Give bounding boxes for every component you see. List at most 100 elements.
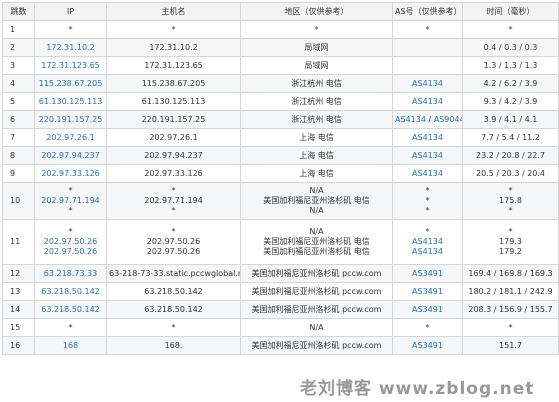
table-row: 15 * * N/A * * [2, 318, 559, 337]
as-link-part[interactable]: AS4134 [395, 115, 426, 124]
ip-link[interactable]: 202.97.71.194 [37, 196, 104, 206]
hostname-cell: 63-218-73-33.static.pccwglobal.net [106, 264, 241, 283]
region-cell: N/A 美国加利福尼亚州洛杉矶 电信 N/A [240, 182, 393, 220]
ip-cell: * 202.97.71.194 * [34, 182, 107, 220]
as-link-part[interactable]: AS9044 [434, 115, 462, 124]
time-value: * [508, 24, 513, 34]
time-value: 180.2 / 181.1 / 242.9 [468, 286, 553, 296]
time-cell: 3.9 / 4.1 / 4.1 [462, 110, 559, 129]
as-link[interactable]: AS3491 [395, 341, 460, 351]
ip-link[interactable]: 63.218.73.33 [37, 269, 104, 279]
time-value: 169.4 / 169.8 / 169.3 [468, 268, 553, 278]
as-link[interactable]: AS4134 [395, 247, 460, 257]
time-cell: * 179.3 179.2 [462, 219, 559, 265]
ip-link[interactable]: 202.97.50.26 [37, 247, 104, 257]
table-row: 3 172.31.123.65 172.31.123.65 局域网 1.3 / 1.3 … [2, 56, 559, 75]
hostname-value: 63.218.50.142 [144, 304, 203, 314]
time-cell: 1.3 / 1.3 / 1.3 [462, 56, 559, 75]
time-cell: 208.3 / 156.9 / 155.7 [462, 300, 559, 319]
time-value: 208.3 / 156.9 / 155.7 [468, 304, 553, 314]
region-cell: * [240, 20, 393, 39]
hop-cell: 9 [2, 164, 35, 183]
ip-link[interactable]: 168 [37, 341, 104, 351]
as-link[interactable]: AS4134 [395, 79, 460, 89]
as-value: * [425, 24, 430, 34]
region-cell: 上海 电信 [240, 128, 393, 147]
as-link[interactable]: AS4134 [395, 169, 460, 179]
as-link[interactable]: AS3491 [395, 287, 460, 297]
hop-cell: 16 [2, 336, 35, 355]
ip-cell: 202.97.33.126 [34, 164, 107, 183]
region-cell: 浙江杭州 电信 [240, 74, 393, 93]
ip-link[interactable]: 220.191.157.25 [37, 115, 104, 125]
header-ip: IP [34, 2, 107, 21]
region-value: 局域网 [304, 42, 329, 52]
ip-value: * [68, 206, 73, 215]
ip-link[interactable]: 172.31.10.2 [37, 43, 104, 53]
hostname-value: 202.97.71.194 [144, 196, 203, 205]
hop-cell: 6 [2, 110, 35, 129]
as-link[interactable]: AS4134 [395, 237, 460, 247]
as-link[interactable]: AS4134 [395, 133, 460, 143]
ip-link[interactable]: 63.218.50.142 [37, 305, 104, 315]
hostname-cell: 172.31.123.65 [106, 56, 241, 75]
hostname-value: 168. [164, 340, 183, 350]
region-value: 上海 电信 [299, 132, 334, 142]
hop-cell: 4 [2, 74, 35, 93]
region-cell: 上海 电信 [240, 146, 393, 165]
time-value: 151.7 [499, 340, 522, 350]
ip-link[interactable]: 202.97.94.237 [37, 151, 104, 161]
table-row: 7 202.97.26.1 202.97.26.1 上海 电信 AS4134 7.7 / … [2, 128, 559, 147]
hostname-cell: 202.97.33.126 [106, 164, 241, 183]
ip-cell: 63.218.50.142 [34, 300, 107, 319]
as-link[interactable]: AS3491 [395, 269, 460, 279]
as-cell: AS4134 [392, 146, 463, 165]
region-value: 上海 电信 [299, 150, 334, 160]
header-hop: 跳数 [2, 2, 35, 21]
table-header-row: 跳数 IP 主机名 地区（仅供参考） AS号（仅供参考） 时间（毫秒） [2, 2, 559, 21]
region-cell: 上海 电信 [240, 164, 393, 183]
hostname-cell: 61.130.125.113 [106, 92, 241, 111]
region-cell: 美国加利福尼亚州洛杉矶 pccw.com [240, 300, 393, 319]
region-cell: 美国加利福尼亚州洛杉矶 pccw.com [240, 282, 393, 301]
as-cell [392, 56, 463, 75]
hostname-cell: 202.97.26.1 [106, 128, 241, 147]
ip-link[interactable]: 202.97.33.126 [37, 169, 104, 179]
as-link[interactable]: AS4134 [395, 151, 460, 161]
region-value: 美国加利福尼亚州洛杉矶 pccw.com [251, 340, 382, 350]
hop-cell: 15 [2, 318, 35, 337]
hostname-cell: 220.191.157.25 [106, 110, 241, 129]
hop-cell: 13 [2, 282, 35, 301]
ip-link[interactable]: 61.130.125.113 [37, 97, 104, 107]
as-link[interactable]: AS3491 [395, 305, 460, 315]
time-value: 20.5 / 20.3 / 20.4 [476, 168, 545, 178]
ip-link[interactable]: 202.97.50.26 [37, 237, 104, 247]
time-value: 23.2 / 20.8 / 22.7 [476, 150, 545, 160]
time-value: 179.3 [499, 237, 522, 246]
region-value: 美国加利福尼亚州洛杉矶 电信 [263, 196, 370, 205]
as-cell: AS4134 [392, 74, 463, 93]
hostname-value: * [171, 227, 176, 236]
hostname-cell: * [106, 318, 241, 337]
ip-link[interactable]: 63.218.50.142 [37, 287, 104, 297]
as-link[interactable]: AS4134 / AS9044 [395, 115, 462, 125]
hostname-value: 220.191.157.25 [141, 114, 206, 124]
hostname-value: 172.31.123.65 [144, 60, 203, 70]
ip-link[interactable]: 172.31.123.65 [37, 61, 104, 71]
as-cell: AS3491 [392, 300, 463, 319]
as-cell: AS3491 [392, 264, 463, 283]
ip-cell: * [34, 318, 107, 337]
hostname-value: 202.97.26.1 [149, 132, 198, 142]
region-value: 浙江杭州 电信 [291, 96, 342, 106]
as-cell: * * * [392, 182, 463, 220]
hostname-value: 202.97.50.26 [146, 247, 201, 256]
as-link[interactable]: AS4134 [395, 97, 460, 107]
hostname-cell: 115.238.67.205 [106, 74, 241, 93]
ip-link[interactable]: 115.238.67.205 [37, 79, 104, 89]
hostname-value: 63-218-73-33.static.pccwglobal.net [109, 268, 241, 278]
time-cell: * [462, 318, 559, 337]
hostname-value: 172.31.10.2 [149, 42, 198, 52]
region-value: 浙江杭州 电信 [291, 114, 342, 124]
hostname-value: * [171, 206, 176, 215]
ip-link[interactable]: 202.97.26.1 [37, 133, 104, 143]
